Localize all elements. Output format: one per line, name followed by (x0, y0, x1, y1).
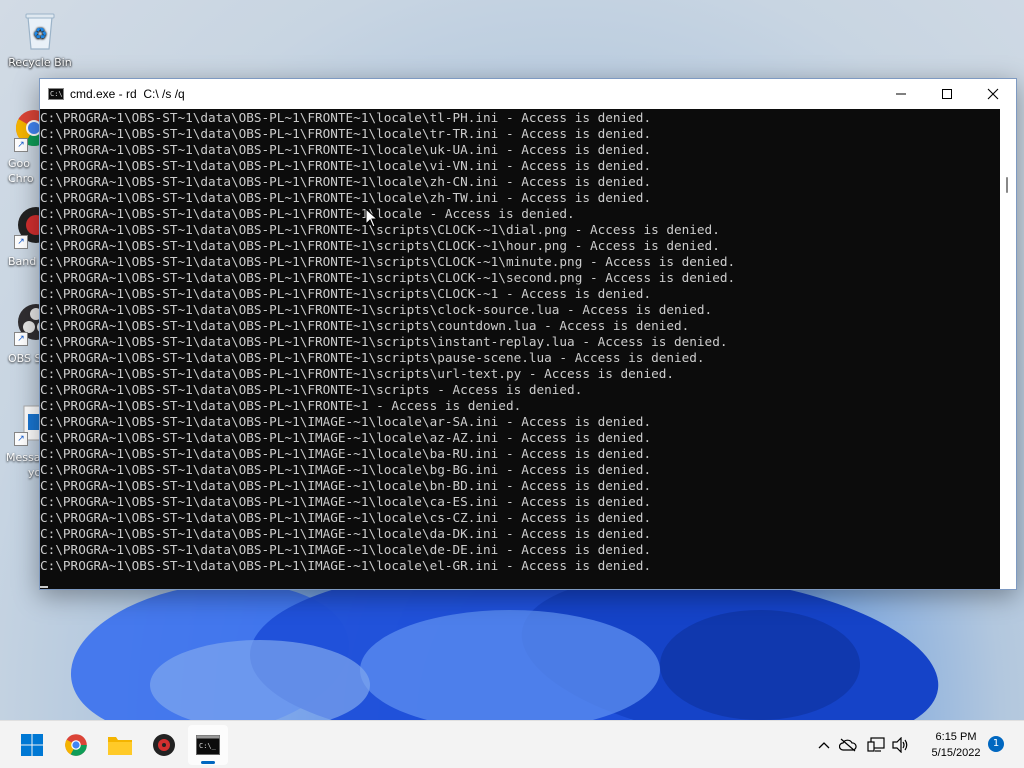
shortcut-arrow-icon: ↗ (14, 235, 28, 249)
wallpaper-bloom (660, 610, 860, 720)
clock-date: 5/15/2022 (931, 747, 981, 759)
desktop-icon-label: Messa (6, 451, 41, 464)
console-line: C:\PROGRA~1\OBS-ST~1\data\OBS-PL~1\FRONT… (40, 382, 583, 397)
console-line: C:\PROGRA~1\OBS-ST~1\data\OBS-PL~1\IMAGE… (40, 462, 652, 477)
close-icon (987, 88, 999, 100)
chrome-taskbar-button[interactable] (56, 725, 96, 765)
maximize-button[interactable] (924, 79, 970, 109)
console-line: C:\PROGRA~1\OBS-ST~1\data\OBS-PL~1\FRONT… (40, 366, 674, 381)
desktop-icon-recycle-bin[interactable]: ♻ Recycle Bin (2, 8, 78, 69)
wallpaper-bloom (360, 610, 660, 730)
notification-badge[interactable]: 1 (988, 736, 1004, 752)
close-button[interactable] (970, 79, 1016, 109)
windows-logo-icon (21, 734, 43, 756)
minimize-button[interactable] (878, 79, 924, 109)
volume-icon (892, 737, 908, 753)
volume-tray-button[interactable] (890, 721, 912, 768)
start-button[interactable] (12, 725, 52, 765)
svg-text:♻: ♻ (33, 24, 47, 43)
console-line: C:\PROGRA~1\OBS-ST~1\data\OBS-PL~1\IMAGE… (40, 414, 652, 429)
onedrive-offline-icon (839, 738, 857, 752)
mouse-pointer-icon (365, 208, 379, 228)
folder-icon (108, 737, 132, 755)
console-line: C:\PROGRA~1\OBS-ST~1\data\OBS-PL~1\FRONT… (40, 286, 652, 301)
taskbar: C:\_ 6:15 PM 5/15/2022 (0, 720, 1024, 768)
svg-text:C:\_: C:\_ (199, 742, 217, 750)
desktop-icon-label: Chro (8, 172, 34, 185)
console-line: C:\PROGRA~1\OBS-ST~1\data\OBS-PL~1\FRONT… (40, 222, 720, 237)
window-title: cmd.exe - rd C:\ /s /q (70, 87, 185, 101)
console-line: C:\PROGRA~1\OBS-ST~1\data\OBS-PL~1\FRONT… (40, 318, 690, 333)
scrollbar-thumb[interactable] (1006, 177, 1008, 193)
console-line: C:\PROGRA~1\OBS-ST~1\data\OBS-PL~1\FRONT… (40, 206, 575, 221)
console-output[interactable]: C:\PROGRA~1\OBS-ST~1\data\OBS-PL~1\FRONT… (40, 109, 1000, 589)
console-line: C:\PROGRA~1\OBS-ST~1\data\OBS-PL~1\FRONT… (40, 334, 728, 349)
console-line: C:\PROGRA~1\OBS-ST~1\data\OBS-PL~1\FRONT… (40, 238, 720, 253)
console-line: C:\PROGRA~1\OBS-ST~1\data\OBS-PL~1\IMAGE… (40, 526, 652, 541)
console-line: C:\PROGRA~1\OBS-ST~1\data\OBS-PL~1\FRONT… (40, 190, 652, 205)
console-line: C:\PROGRA~1\OBS-ST~1\data\OBS-PL~1\FRONT… (40, 398, 522, 413)
console-line: C:\PROGRA~1\OBS-ST~1\data\OBS-PL~1\IMAGE… (40, 542, 652, 557)
network-icon (867, 737, 885, 752)
console-line: C:\PROGRA~1\OBS-ST~1\data\OBS-PL~1\FRONT… (40, 302, 713, 317)
cmd-taskbar-button[interactable]: C:\_ (188, 725, 228, 765)
cmd-window[interactable]: C:\ cmd.exe - rd C:\ /s /q C:\PROGRA~1\O… (39, 78, 1017, 590)
console-line: C:\PROGRA~1\OBS-ST~1\data\OBS-PL~1\IMAGE… (40, 446, 652, 461)
bandicam-taskbar-button[interactable] (144, 725, 184, 765)
shortcut-arrow-icon: ↗ (14, 432, 28, 446)
cmd-window-icon: C:\ (48, 88, 64, 100)
network-tray-button[interactable] (866, 721, 886, 768)
wallpaper-bloom (150, 640, 370, 730)
cmd-icon: C:\_ (196, 735, 220, 755)
console-line: C:\PROGRA~1\OBS-ST~1\data\OBS-PL~1\FRONT… (40, 126, 652, 141)
active-app-indicator (201, 761, 215, 764)
clock-time: 6:15 PM (935, 731, 977, 743)
shortcut-arrow-icon: ↗ (14, 138, 28, 152)
recycle-bin-icon: ♻ (18, 8, 62, 52)
vertical-scrollbar[interactable] (1000, 109, 1016, 589)
console-line: C:\PROGRA~1\OBS-ST~1\data\OBS-PL~1\FRONT… (40, 254, 736, 269)
console-line: C:\PROGRA~1\OBS-ST~1\data\OBS-PL~1\IMAGE… (40, 558, 652, 573)
title-bar[interactable]: C:\ cmd.exe - rd C:\ /s /q (40, 79, 1016, 109)
onedrive-tray-button[interactable] (838, 721, 858, 768)
console-line: C:\PROGRA~1\OBS-ST~1\data\OBS-PL~1\IMAGE… (40, 478, 652, 493)
console-line: C:\PROGRA~1\OBS-ST~1\data\OBS-PL~1\FRONT… (40, 174, 652, 189)
shortcut-arrow-icon: ↗ (14, 332, 28, 346)
file-explorer-taskbar-button[interactable] (100, 725, 140, 765)
show-hidden-icons-button[interactable] (814, 721, 834, 768)
chevron-up-icon (818, 742, 830, 749)
chrome-icon (65, 734, 87, 756)
desktop-icon-label: OBS S (8, 352, 42, 365)
console-line: C:\PROGRA~1\OBS-ST~1\data\OBS-PL~1\FRONT… (40, 158, 652, 173)
text-cursor (40, 586, 48, 588)
console-line: C:\PROGRA~1\OBS-ST~1\data\OBS-PL~1\IMAGE… (40, 510, 652, 525)
console-line: C:\PROGRA~1\OBS-ST~1\data\OBS-PL~1\FRONT… (40, 270, 736, 285)
console-line: C:\PROGRA~1\OBS-ST~1\data\OBS-PL~1\IMAGE… (40, 494, 652, 509)
console-line: C:\PROGRA~1\OBS-ST~1\data\OBS-PL~1\FRONT… (40, 142, 652, 157)
taskbar-clock[interactable]: 6:15 PM 5/15/2022 (916, 729, 996, 761)
console-line: C:\PROGRA~1\OBS-ST~1\data\OBS-PL~1\IMAGE… (40, 430, 652, 445)
minimize-icon (896, 93, 906, 95)
console-text: C:\PROGRA~1\OBS-ST~1\data\OBS-PL~1\FRONT… (40, 109, 1000, 574)
maximize-icon (942, 89, 952, 99)
desktop-icon-label: Band (8, 255, 37, 268)
desktop-icon-label: Recycle Bin (8, 56, 72, 69)
console-line: C:\PROGRA~1\OBS-ST~1\data\OBS-PL~1\FRONT… (40, 110, 652, 125)
desktop-icon-label: Goo (8, 157, 30, 170)
console-line: C:\PROGRA~1\OBS-ST~1\data\OBS-PL~1\FRONT… (40, 350, 705, 365)
bandicam-icon (153, 734, 175, 756)
